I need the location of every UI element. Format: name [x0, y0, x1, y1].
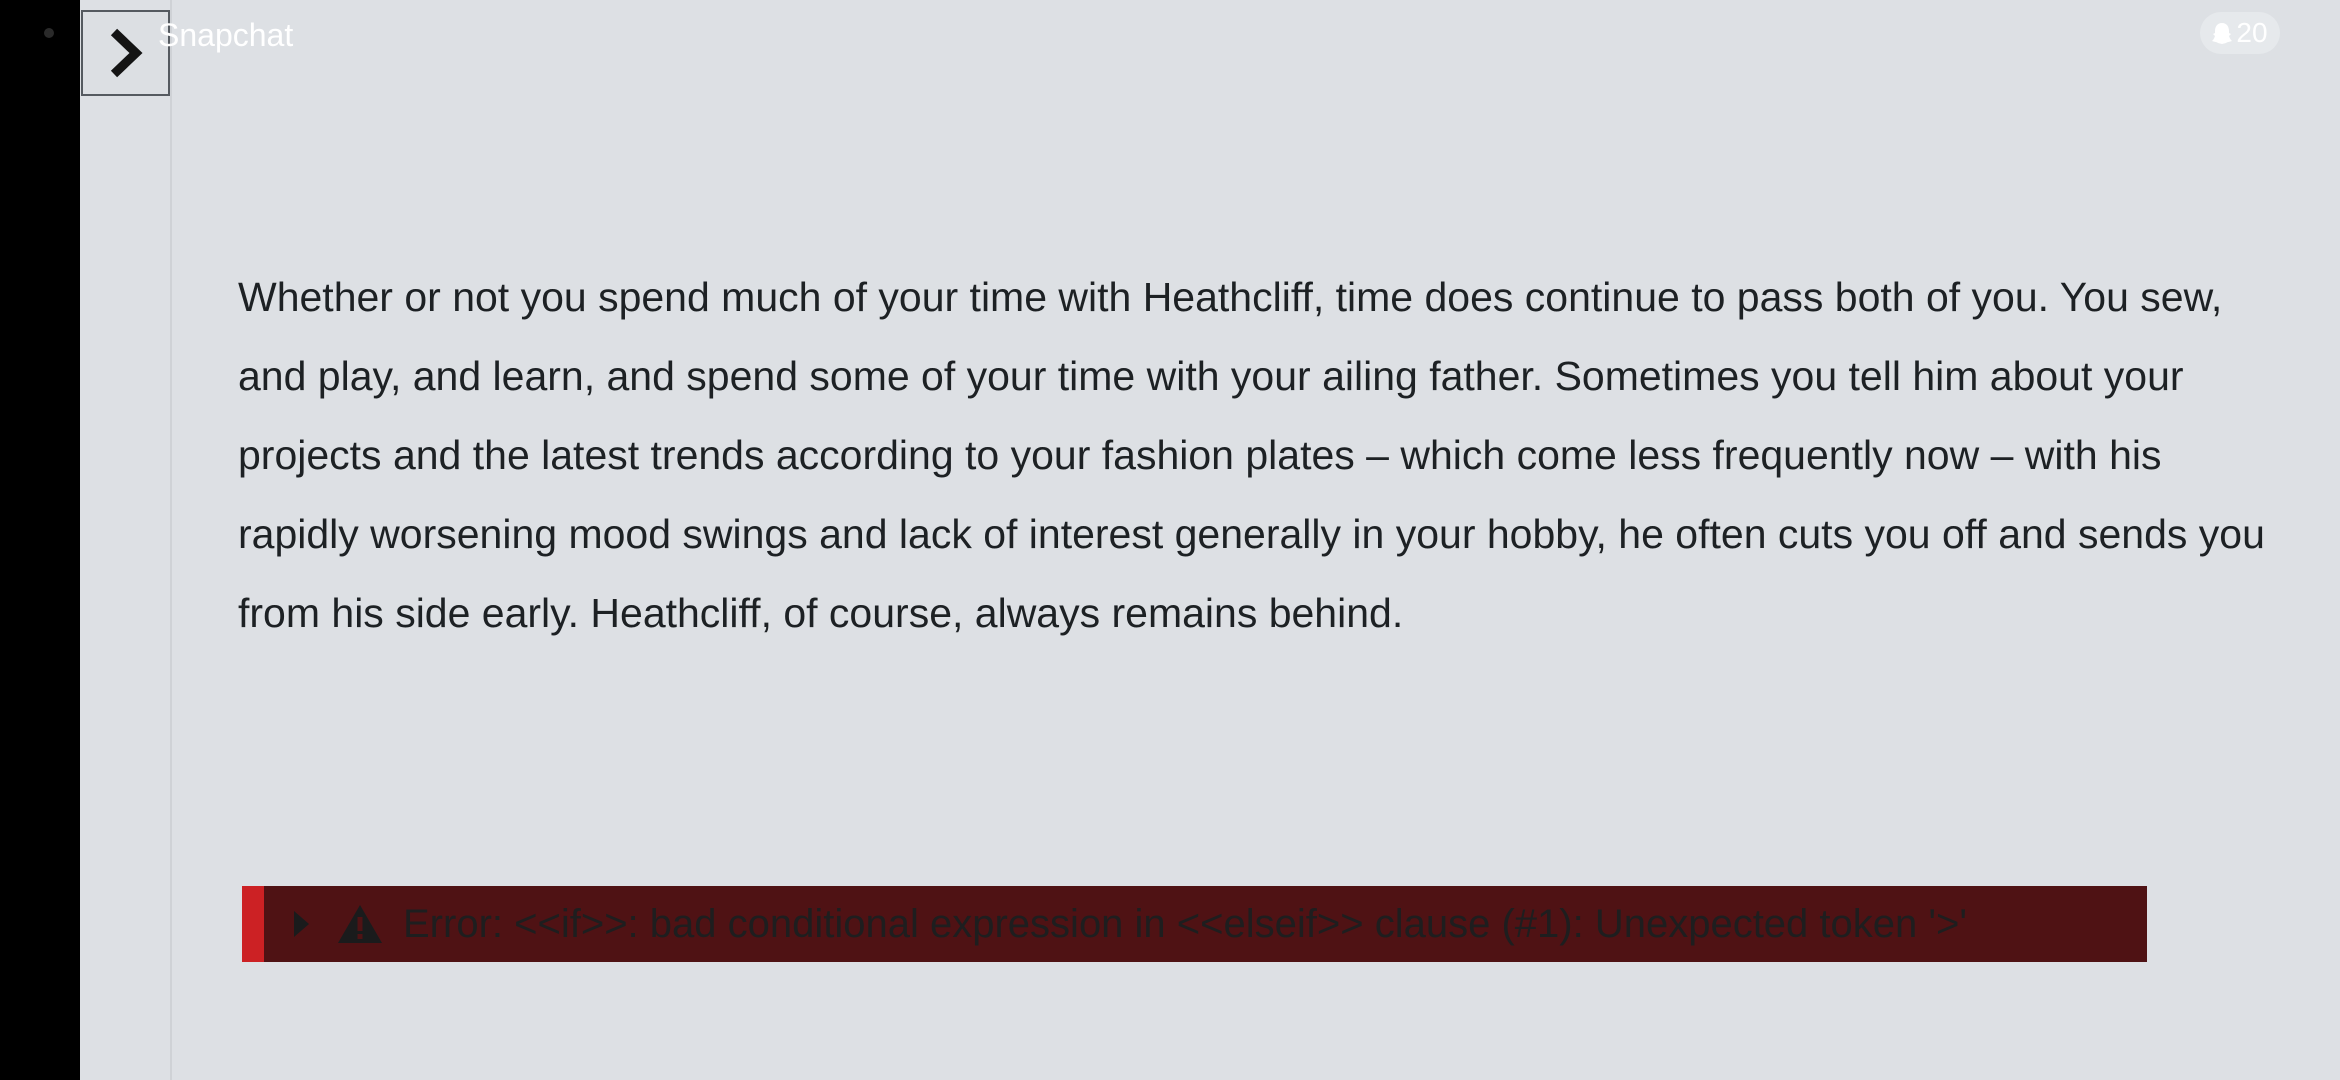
display-cutout	[0, 0, 80, 1080]
caret-right-icon[interactable]	[294, 911, 309, 937]
sidebar-toggle-button[interactable]	[81, 10, 170, 96]
snapchat-ghost-icon	[2212, 23, 2233, 44]
badge-count: 20	[2236, 17, 2268, 48]
story-passage-text: Whether or not you spend much of your ti…	[238, 274, 2265, 636]
camera-dot	[44, 28, 54, 38]
chevron-right-icon	[110, 28, 143, 78]
notification-app-name: Snapchat	[158, 17, 294, 53]
error-message-box[interactable]: Error: <<if>>: bad conditional expressio…	[242, 886, 2147, 962]
warning-icon	[338, 905, 382, 943]
notification-badge: 20	[2200, 12, 2280, 54]
sidebar-strip	[80, 0, 172, 1080]
error-message-text: Error: <<if>>: bad conditional expressio…	[403, 901, 1968, 946]
